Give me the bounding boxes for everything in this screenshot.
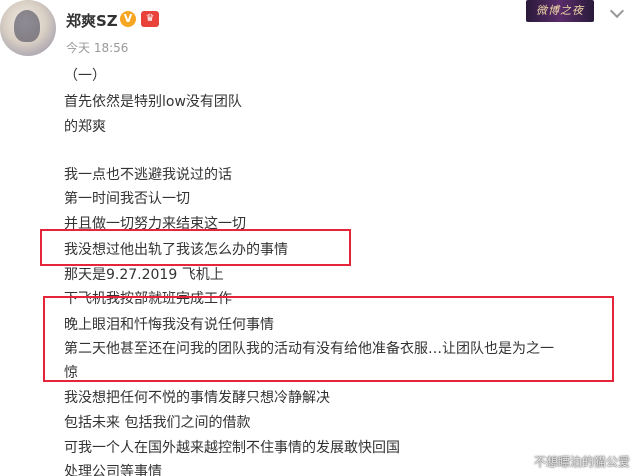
topic-card[interactable]: 微博之夜 [526, 0, 594, 22]
post-text-line: 处理公司等事情 [64, 464, 162, 476]
watermark: 不想瞟泊的猫公爱 [533, 455, 630, 469]
member-crown-icon: ♛ [141, 11, 159, 27]
post-text-line: 首先依然是特别low没有团队 [64, 94, 242, 110]
post-text-line: 可我一个人在国外越来越控制不住事情的发展敢快回国 [64, 440, 400, 456]
post-text-line: （一） [64, 68, 106, 84]
post-text-line: 第一时间我否认一切 [64, 191, 190, 207]
avatar[interactable] [0, 0, 56, 56]
username[interactable]: 郑爽SZ [66, 10, 118, 31]
verified-badge-icon: V [120, 11, 136, 27]
highlight-box [40, 229, 351, 266]
weibo-post: 郑爽SZ V ♛ 今天 18:56 微博之夜 （一） 首先依然是特别low没有团… [0, 0, 638, 476]
post-text-line: 我没想把任何不悦的事情发酵只想冷静解决 [64, 390, 330, 406]
post-text-line: 包括未来 包括我们之间的借款 [64, 415, 251, 431]
chevron-down-icon[interactable] [609, 3, 625, 19]
post-text-line: 那天是9.27.2019 飞机上 [64, 267, 224, 283]
post-timestamp[interactable]: 今天 18:56 [66, 39, 128, 56]
post-text-line: 的郑爽 [64, 119, 106, 135]
highlight-box [43, 296, 614, 382]
post-text-line: 我一点也不逃避我说过的话 [64, 167, 232, 183]
